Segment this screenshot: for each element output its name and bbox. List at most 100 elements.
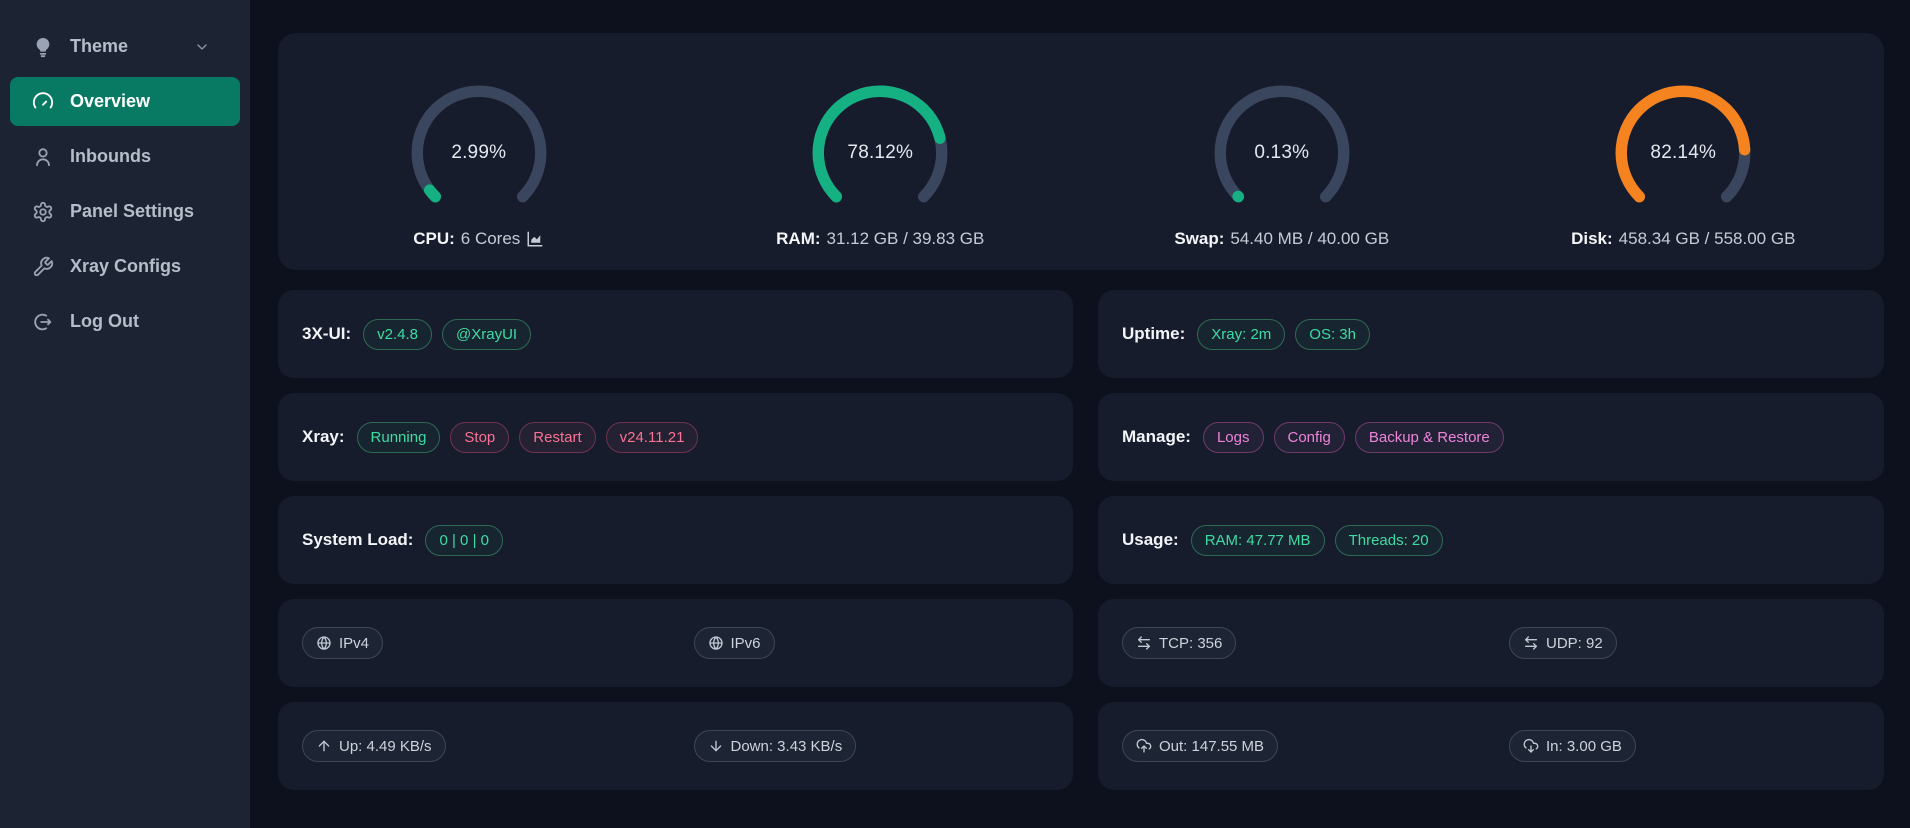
threads-badge: Threads: 20 (1335, 525, 1443, 556)
area-chart-icon[interactable] (526, 230, 544, 248)
system-stats-card: 2.99%CPU:6 Cores 78.12%RAM:31.12 GB / 39… (278, 33, 1884, 270)
sidebar-item-inbounds[interactable]: Inbounds (10, 132, 240, 181)
traffic-out-pill-text: Out: 147.55 MB (1159, 739, 1264, 754)
ram-usage-badge: RAM: 47.77 MB (1191, 525, 1325, 556)
disk-label-title: Disk: (1571, 229, 1613, 249)
logs-button[interactable]: Logs (1203, 422, 1264, 453)
download-speed-pill-text: Down: 3.43 KB/s (731, 739, 843, 754)
manage-card-badges: Logs Config Backup & Restore (1203, 422, 1504, 453)
swap-label-value: 54.40 MB / 40.00 GB (1230, 229, 1389, 249)
upload-speed-pill-text: Up: 4.49 KB/s (339, 739, 432, 754)
ipv4-pill-text: IPv4 (339, 636, 369, 651)
panel-version-badge: v2.4.8 (363, 319, 432, 350)
swap-label-title: Swap: (1174, 229, 1224, 249)
system-load-card-label: System Load: (302, 530, 413, 550)
speed-card: Up: 4.49 KB/s Down: 3.43 KB/s (278, 702, 1073, 790)
system-load-card-badges: 0 | 0 | 0 (425, 525, 503, 556)
telegram-channel-badge[interactable]: @XrayUI (442, 319, 531, 350)
swap-percent: 0.13% (1206, 77, 1358, 229)
globe-icon (316, 635, 332, 651)
main-content: 2.99%CPU:6 Cores 78.12%RAM:31.12 GB / 39… (250, 0, 1910, 828)
download-speed-pill: Down: 3.43 KB/s (694, 730, 857, 762)
speed-card-half-2: Down: 3.43 KB/s (682, 730, 1074, 762)
sidebar-item-label: Theme (70, 36, 128, 57)
system-load-badge: 0 | 0 | 0 (425, 525, 503, 556)
usage-card: Usage: RAM: 47.77 MB Threads: 20 (1098, 496, 1884, 584)
gauge-icon (32, 91, 54, 113)
xray-running-badge: Running (357, 422, 441, 453)
cpu-label: CPU: 6 Cores (413, 229, 544, 249)
disk-percent: 82.14% (1607, 77, 1759, 229)
cpu-percent: 2.99% (403, 77, 555, 229)
tcp-count-pill: TCP: 356 (1122, 627, 1236, 659)
sidebar-item-panel-settings[interactable]: Panel Settings (10, 187, 240, 236)
speed-card-half-1: Up: 4.49 KB/s (278, 730, 682, 762)
udp-count-pill: UDP: 92 (1509, 627, 1617, 659)
system-load-card: System Load: 0 | 0 | 0 (278, 496, 1073, 584)
info-grid: 3X-UI: v2.4.8 @XrayUI Uptime: Xray: 2m OS: 3h… (278, 290, 1884, 790)
arrows-left-right-icon (1136, 635, 1152, 651)
restart-button[interactable]: Restart (519, 422, 595, 453)
sidebar: Theme Overview Inbounds Panel Settings Xray … (0, 0, 250, 828)
gear-icon (32, 201, 54, 223)
ram-gauge: 78.12%RAM:31.12 GB / 39.83 GB (680, 33, 1082, 249)
sidebar-item-label: Overview (70, 91, 150, 112)
ipv4-pill: IPv4 (302, 627, 383, 659)
ipv6-pill: IPv6 (694, 627, 775, 659)
xray-status-card: Xray: Running Stop Restart v24.11.21 (278, 393, 1073, 481)
connections-card: TCP: 356 UDP: 92 (1098, 599, 1884, 687)
upload-speed-pill: Up: 4.49 KB/s (302, 730, 446, 762)
cpu-gauge-ring: 2.99% (403, 77, 555, 229)
cpu-label-value: 6 Cores (461, 229, 521, 249)
ip-card-half-2: IPv6 (682, 627, 1074, 659)
traffic-card-half-1: Out: 147.55 MB (1098, 730, 1497, 762)
app-root: Theme Overview Inbounds Panel Settings Xray … (0, 0, 1910, 828)
manage-card-label: Manage: (1122, 427, 1191, 447)
disk-label-value: 458.34 GB / 558.00 GB (1619, 229, 1796, 249)
logout-icon (32, 311, 54, 333)
traffic-out-pill: Out: 147.55 MB (1122, 730, 1278, 762)
tcp-count-pill-text: TCP: 356 (1159, 636, 1222, 651)
xray-status-card-label: Xray: (302, 427, 345, 447)
xray-uptime-badge: Xray: 2m (1197, 319, 1285, 350)
ip-card: IPv4 IPv6 (278, 599, 1073, 687)
uptime-card-label: Uptime: (1122, 324, 1185, 344)
wrench-icon (32, 256, 54, 278)
connections-card-half-2: UDP: 92 (1497, 627, 1884, 659)
ipv6-pill-text: IPv6 (731, 636, 761, 651)
arrows-left-right-icon (1523, 635, 1539, 651)
traffic-card-half-2: In: 3.00 GB (1497, 730, 1884, 762)
usage-card-label: Usage: (1122, 530, 1179, 550)
xray-status-card-badges: Running Stop Restart v24.11.21 (357, 422, 699, 453)
backup-restore-button[interactable]: Backup & Restore (1355, 422, 1504, 453)
sidebar-item-label: Xray Configs (70, 256, 181, 277)
stop-button[interactable]: Stop (450, 422, 509, 453)
traffic-card: Out: 147.55 MB In: 3.00 GB (1098, 702, 1884, 790)
chevron-down-icon (194, 39, 210, 55)
swap-gauge-ring: 0.13% (1206, 77, 1358, 229)
connections-card-half-1: TCP: 356 (1098, 627, 1497, 659)
sidebar-item-xray-configs[interactable]: Xray Configs (10, 242, 240, 291)
os-uptime-badge: OS: 3h (1295, 319, 1370, 350)
config-button[interactable]: Config (1274, 422, 1345, 453)
cpu-gauge: 2.99%CPU: 6 Cores (278, 33, 680, 249)
ram-label-value: 31.12 GB / 39.83 GB (827, 229, 985, 249)
ip-card-half-1: IPv4 (278, 627, 682, 659)
uptime-card: Uptime: Xray: 2m OS: 3h (1098, 290, 1884, 378)
xray-version-button[interactable]: v24.11.21 (606, 422, 699, 453)
cloud-download-icon (1523, 738, 1539, 754)
sidebar-item-theme[interactable]: Theme (10, 22, 240, 71)
ram-label-title: RAM: (776, 229, 820, 249)
disk-gauge-ring: 82.14% (1607, 77, 1759, 229)
sidebar-item-log-out[interactable]: Log Out (10, 297, 240, 346)
swap-label: Swap: 54.40 MB / 40.00 GB (1174, 229, 1389, 249)
cpu-label-title: CPU: (413, 229, 455, 249)
sidebar-item-overview[interactable]: Overview (10, 77, 240, 126)
sidebar-nav: Theme Overview Inbounds Panel Settings Xray … (0, 22, 250, 346)
sidebar-item-label: Inbounds (70, 146, 151, 167)
3x-ui-card-badges: v2.4.8 @XrayUI (363, 319, 531, 350)
user-icon (32, 146, 54, 168)
globe-icon (708, 635, 724, 651)
uptime-card-badges: Xray: 2m OS: 3h (1197, 319, 1370, 350)
3x-ui-card-label: 3X-UI: (302, 324, 351, 344)
